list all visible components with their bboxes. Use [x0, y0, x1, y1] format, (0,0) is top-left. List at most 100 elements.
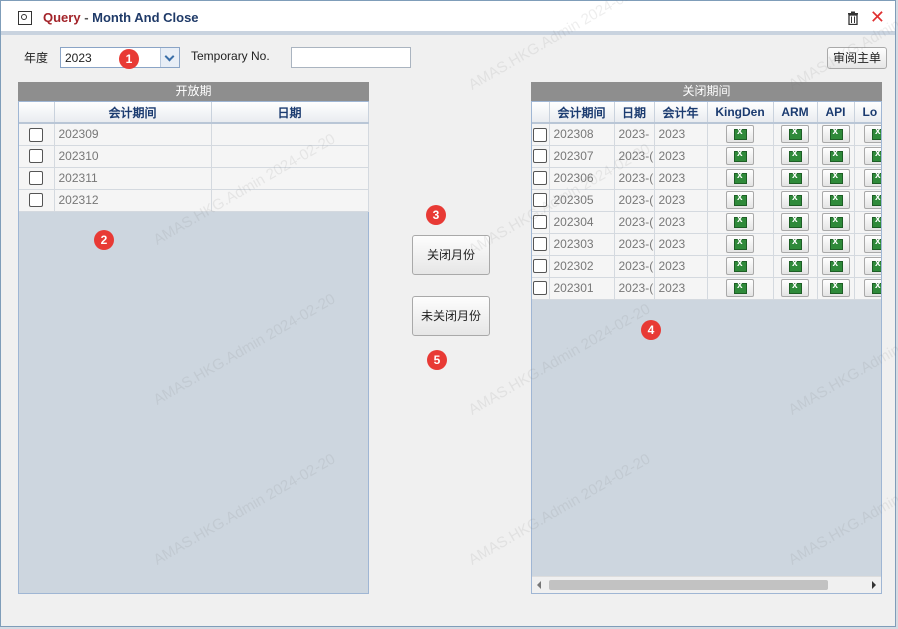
table-row[interactable]: 202306 2023-(2023 — [532, 167, 881, 190]
year-cell: 2023 — [654, 211, 708, 234]
excel-icon[interactable] — [864, 257, 881, 275]
table-row[interactable]: 202302 2023-(2023 — [532, 255, 881, 278]
excel-icon[interactable] — [821, 191, 850, 209]
excel-icon[interactable] — [726, 147, 754, 165]
row-checkbox[interactable] — [533, 171, 548, 186]
date-cell — [211, 145, 369, 168]
table-row[interactable]: 202301 2023-(2023 — [532, 277, 881, 300]
row-checkbox[interactable] — [29, 193, 44, 208]
lo-export-cell — [854, 211, 881, 234]
excel-icon[interactable] — [781, 279, 809, 297]
excel-icon[interactable] — [821, 279, 850, 297]
open-col-period[interactable]: 会计期间 — [54, 102, 212, 124]
closed-col-date[interactable]: 日期 — [614, 102, 655, 124]
row-checkbox[interactable] — [533, 259, 548, 274]
excel-icon[interactable] — [864, 235, 881, 253]
period-cell: 202302 — [549, 255, 615, 278]
excel-icon[interactable] — [726, 125, 754, 144]
excel-icon[interactable] — [726, 191, 754, 209]
table-row[interactable]: 202308 2023- 2023 — [532, 123, 881, 146]
closed-col-arm[interactable]: ARM — [773, 102, 818, 124]
excel-icon[interactable] — [781, 213, 809, 231]
excel-icon[interactable] — [864, 125, 881, 144]
excel-icon[interactable] — [726, 169, 754, 187]
table-row[interactable]: 202303 2023-(2023 — [532, 233, 881, 256]
excel-icon[interactable] — [821, 213, 850, 231]
closed-col-period[interactable]: 会计期间 — [549, 102, 615, 124]
title-bar: Query - Month And Close ✕ — [1, 1, 895, 35]
table-row[interactable]: 202310 — [19, 145, 369, 168]
chevron-down-icon[interactable] — [160, 48, 179, 67]
row-checkbox[interactable] — [533, 193, 548, 208]
excel-icon[interactable] — [864, 213, 881, 231]
row-select-cell — [532, 145, 550, 168]
api-export-cell — [817, 189, 855, 212]
excel-icon[interactable] — [864, 191, 881, 209]
unclose-month-button[interactable]: 未关闭月份 — [412, 296, 490, 336]
row-select-cell — [532, 233, 550, 256]
trash-icon[interactable] — [847, 11, 859, 25]
excel-icon[interactable] — [821, 147, 850, 165]
arm-export-cell — [773, 233, 818, 256]
close-month-button[interactable]: 关闭月份 — [412, 235, 490, 275]
row-checkbox[interactable] — [29, 127, 44, 142]
excel-icon[interactable] — [821, 125, 850, 144]
row-checkbox[interactable] — [533, 127, 548, 142]
scroll-right-icon[interactable] — [872, 581, 876, 589]
closed-col-api[interactable]: API — [817, 102, 855, 124]
table-row[interactable]: 202305 2023-(2023 — [532, 189, 881, 212]
row-checkbox[interactable] — [533, 281, 548, 296]
table-row[interactable]: 202309 — [19, 123, 369, 146]
period-cell: 202308 — [549, 123, 615, 146]
excel-icon[interactable] — [821, 235, 850, 253]
table-row[interactable]: 202304 2023-(2023 — [532, 211, 881, 234]
table-row[interactable]: 202312 — [19, 189, 369, 212]
lo-export-cell — [854, 255, 881, 278]
arm-export-cell — [773, 277, 818, 300]
row-select-cell — [532, 167, 550, 190]
scroll-thumb[interactable] — [549, 580, 828, 590]
lo-export-cell — [854, 277, 881, 300]
excel-icon[interactable] — [726, 213, 754, 231]
row-checkbox[interactable] — [533, 215, 548, 230]
excel-icon[interactable] — [781, 257, 809, 275]
table-row[interactable]: 202311 — [19, 167, 369, 190]
closed-col-year[interactable]: 会计年 — [654, 102, 708, 124]
excel-icon[interactable] — [864, 147, 881, 165]
open-col-date[interactable]: 日期 — [211, 102, 369, 124]
scroll-left-icon[interactable] — [537, 581, 541, 589]
horizontal-scrollbar[interactable] — [532, 576, 881, 593]
row-checkbox[interactable] — [29, 149, 44, 164]
row-checkbox[interactable] — [533, 149, 548, 164]
api-export-cell — [817, 255, 855, 278]
arm-export-cell — [773, 145, 818, 168]
open-period-grid: 会计期间 日期 202309 202310 202311 202312 — [18, 101, 369, 594]
row-select-cell — [532, 277, 550, 300]
closed-col-lo[interactable]: Lo — [854, 102, 881, 124]
close-icon[interactable]: ✕ — [870, 8, 885, 26]
excel-icon[interactable] — [726, 279, 754, 297]
review-master-button[interactable]: 审阅主单 — [827, 47, 887, 69]
row-checkbox[interactable] — [29, 171, 44, 186]
table-row[interactable]: 202307 2023-(2023 — [532, 145, 881, 168]
row-checkbox[interactable] — [533, 237, 548, 252]
excel-icon[interactable] — [821, 169, 850, 187]
excel-icon[interactable] — [864, 169, 881, 187]
excel-icon[interactable] — [864, 279, 881, 297]
arm-export-cell — [773, 211, 818, 234]
period-cell: 202306 — [549, 167, 615, 190]
excel-icon[interactable] — [781, 191, 809, 209]
excel-icon[interactable] — [781, 125, 809, 144]
marker-3: 3 — [426, 205, 446, 225]
period-cell: 202310 — [54, 145, 212, 168]
excel-icon[interactable] — [781, 235, 809, 253]
closed-col-kingden[interactable]: KingDen — [707, 102, 774, 124]
period-cell: 202303 — [549, 233, 615, 256]
excel-icon[interactable] — [821, 257, 850, 275]
excel-icon[interactable] — [726, 257, 754, 275]
excel-icon[interactable] — [781, 147, 809, 165]
arm-export-cell — [773, 167, 818, 190]
excel-icon[interactable] — [726, 235, 754, 253]
excel-icon[interactable] — [781, 169, 809, 187]
temporary-no-input[interactable] — [291, 47, 411, 68]
